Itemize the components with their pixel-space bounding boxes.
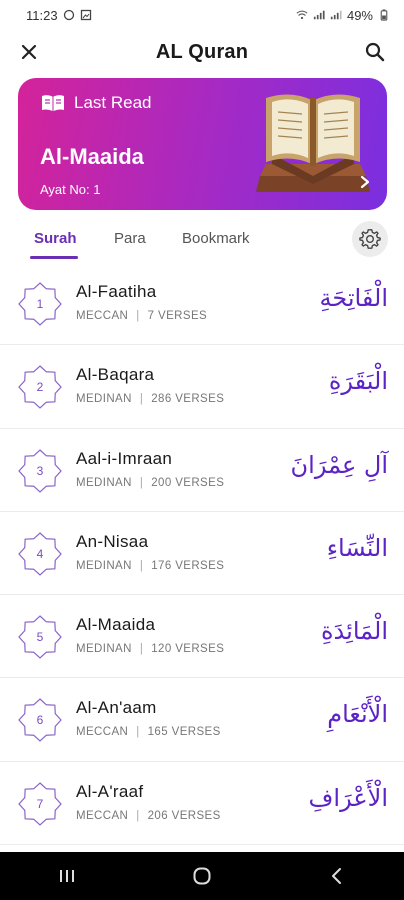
- surah-verses: 7 VERSES: [147, 310, 208, 322]
- surah-type: MEDINAN: [76, 559, 132, 572]
- surah-type: MECCAN: [76, 809, 129, 822]
- quran-book-illustration: [256, 94, 370, 192]
- surah-meta: MEDINAN | 176 VERSES: [76, 560, 224, 572]
- tab-bookmark[interactable]: Bookmark: [182, 230, 250, 247]
- home-button[interactable]: [182, 856, 222, 896]
- surah-list: 1 Al-Faatiha MECCAN | 7 VERSES الْفَاتِحَةِ 2 A…: [0, 262, 404, 846]
- close-button[interactable]: [16, 39, 42, 65]
- whatsapp-icon: [63, 9, 74, 21]
- status-left: 11:23: [26, 8, 92, 23]
- surah-name: Al-An'aam: [76, 698, 157, 718]
- open-book-icon: [42, 95, 64, 111]
- system-nav-bar: [0, 852, 404, 900]
- battery-level: 49%: [346, 7, 373, 23]
- surah-number: 4: [36, 546, 44, 561]
- surah-row[interactable]: 2 Al-Baqara MEDINAN | 286 VERSES الْبَقَرَةِ: [0, 345, 404, 429]
- surah-name: Al-Maaida: [76, 615, 156, 635]
- surah-meta: MECCAN | 206 VERSES: [76, 810, 221, 822]
- surah-verses: 165 VERSES: [147, 726, 221, 739]
- page-title: AL Quran: [155, 40, 249, 63]
- search-icon: [365, 42, 385, 62]
- tab-para[interactable]: Para: [114, 230, 146, 247]
- surah-arabic-name: الْأَنْعَامِ: [327, 700, 388, 729]
- gallery-icon: [80, 9, 91, 21]
- status-right: 49%: [296, 8, 390, 23]
- surah-type: MEDINAN: [76, 393, 132, 406]
- surah-name: An-Nisaa: [76, 531, 149, 551]
- surah-meta: MEDINAN | 286 VERSES: [76, 393, 224, 405]
- surah-name: Al-Baqara: [76, 365, 155, 385]
- surah-meta: MEDINAN | 120 VERSES: [76, 643, 224, 655]
- surah-arabic-name: الْبَقَرَةِ: [328, 367, 388, 396]
- surah-number: 5: [36, 630, 44, 645]
- meta-separator: |: [136, 726, 140, 739]
- recents-icon: [60, 870, 75, 882]
- last-read-ayat: Ayat No: 1: [40, 182, 101, 197]
- surah-row[interactable]: 1 Al-Faatiha MECCAN | 7 VERSES الْفَاتِحَةِ: [0, 262, 404, 346]
- surah-verses: 286 VERSES: [151, 393, 225, 406]
- surah-name: Al-Faatiha: [76, 282, 157, 301]
- status-bar: 11:23 49%: [0, 0, 404, 30]
- surah-number: 2: [36, 380, 44, 395]
- meta-separator: |: [139, 476, 144, 489]
- tab-bar: Surah Para Bookmark: [0, 216, 404, 262]
- app-bar: AL Quran: [0, 30, 404, 74]
- active-tab-indicator: [30, 256, 78, 259]
- surah-type: MEDINAN: [76, 476, 132, 489]
- last-read-label: Last Read: [74, 93, 152, 112]
- surah-arabic-name: الْفَاتِحَةِ: [319, 284, 388, 312]
- back-icon: [331, 868, 341, 884]
- settings-button[interactable]: [352, 221, 388, 257]
- tab-surah[interactable]: Surah: [34, 230, 77, 247]
- surah-arabic-name: آلِ عِمْرَانَ: [290, 450, 388, 479]
- recents-button[interactable]: [47, 856, 87, 896]
- surah-name: Aal-i-Imraan: [76, 448, 173, 468]
- surah-row[interactable]: 5 Al-Maaida MEDINAN | 120 VERSES الْمَائِدَةِ: [0, 595, 404, 679]
- surah-number: 3: [36, 463, 44, 478]
- last-read-surah: Al-Maaida: [40, 144, 144, 169]
- status-time: 11:23: [26, 7, 58, 23]
- surah-number: 6: [36, 713, 44, 728]
- signal-icon: [313, 10, 325, 20]
- home-icon: [193, 867, 211, 885]
- meta-separator: |: [136, 809, 140, 822]
- chevron-right-icon[interactable]: [357, 174, 373, 190]
- gear-icon: [359, 229, 381, 249]
- battery-icon: [380, 9, 388, 21]
- surah-arabic-name: الْمَائِدَةِ: [320, 617, 388, 646]
- surah-number: 7: [36, 796, 44, 811]
- surah-type: MECCAN: [76, 310, 129, 322]
- signal-2-icon: [330, 10, 342, 20]
- back-button[interactable]: [317, 856, 357, 896]
- surah-row[interactable]: 3 Aal-i-Imraan MEDINAN | 200 VERSES آلِ عِمْر…: [0, 429, 404, 512]
- surah-type: MEDINAN: [76, 643, 132, 656]
- surah-meta: MEDINAN | 200 VERSES: [76, 477, 224, 489]
- last-read-header: Last Read: [40, 93, 152, 113]
- surah-verses: 120 VERSES: [151, 643, 225, 656]
- meta-separator: |: [139, 559, 144, 572]
- surah-row[interactable]: 4 An-Nisaa MEDINAN | 176 VERSES النِّسَاءِ: [0, 512, 404, 596]
- surah-name: Al-A'raaf: [76, 781, 144, 801]
- meta-separator: |: [139, 643, 144, 656]
- search-button[interactable]: [362, 39, 388, 65]
- surah-number: 1: [36, 297, 44, 311]
- surah-type: MECCAN: [76, 726, 129, 739]
- last-read-card[interactable]: Last Read Al-Maaida Ayat No: 1: [18, 78, 387, 210]
- surah-arabic-name: النِّسَاءِ: [326, 533, 388, 562]
- surah-meta: MECCAN | 7 VERSES: [76, 310, 207, 322]
- surah-verses: 206 VERSES: [147, 809, 221, 822]
- surah-arabic-name: الْأَعْرَافِ: [308, 783, 388, 812]
- surah-meta: MECCAN | 165 VERSES: [76, 726, 221, 738]
- surah-row[interactable]: 7 Al-A'raaf MECCAN | 206 VERSES الْأَعْرَافِ: [0, 762, 404, 846]
- meta-separator: |: [136, 310, 140, 322]
- surah-row[interactable]: 6 Al-An'aam MECCAN | 165 VERSES الْأَنْعَامِ: [0, 678, 404, 762]
- surah-verses: 200 VERSES: [151, 476, 225, 489]
- close-icon: [21, 44, 37, 60]
- meta-separator: |: [139, 393, 144, 406]
- surah-verses: 176 VERSES: [151, 559, 225, 572]
- wifi-icon: [296, 10, 308, 20]
